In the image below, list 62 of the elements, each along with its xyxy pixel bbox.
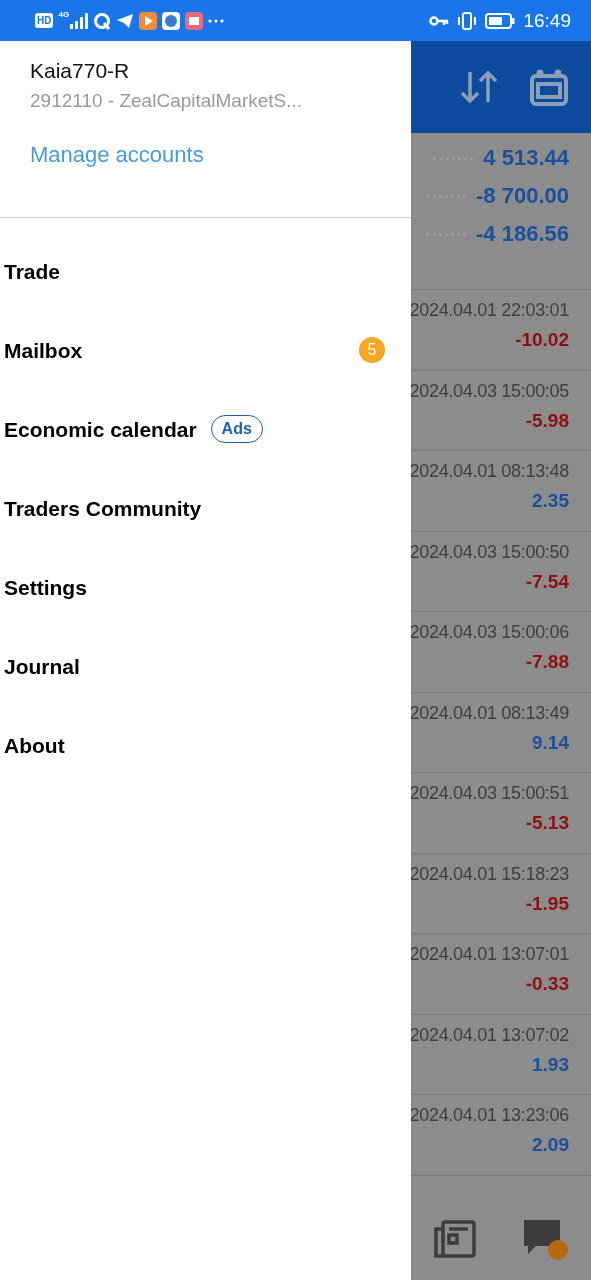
trade-row[interactable]: 2024.04.03 15:00:50 -7.54 (411, 531, 591, 612)
trade-time: 2024.04.01 13:07:02 (411, 1024, 569, 1046)
trade-row[interactable]: 2024.04.03 15:00:05 -5.98 (411, 370, 591, 451)
menu-item[interactable]: About (4, 734, 65, 758)
trade-profit: 2.35 (532, 490, 569, 512)
trade-row[interactable]: 2024.04.03 15:00:51 -5.13 (411, 773, 591, 854)
trade-profit: -0.33 (525, 973, 569, 995)
signal-icon (70, 12, 89, 29)
battery-icon (485, 12, 516, 29)
vibrate-icon (457, 11, 478, 30)
menu-item[interactable]: Traders Community (4, 497, 202, 521)
trade-profit: -7.88 (525, 651, 569, 673)
trade-profit: -5.98 (525, 409, 569, 432)
trade-time: 2024.04.01 08:13:48 (411, 461, 569, 482)
trade-row[interactable]: 2024.04.01 08:13:48 2.35 (411, 451, 591, 532)
trade-row[interactable]: 2024.04.01 22:03:01 -10.02 (411, 290, 591, 371)
trade-time: 2024.04.01 22:03:01 (411, 300, 569, 321)
unread-count-badge: 5 (359, 337, 385, 363)
network-type: 4G (58, 9, 70, 19)
trade-time: 2024.04.01 13:23:06 (411, 1105, 569, 1126)
hd-icon: HD (35, 13, 54, 28)
trade-time: 2024.04.03 15:00:05 (411, 380, 569, 402)
trade-time: 2024.04.03 15:00:50 (411, 541, 569, 563)
trade-row[interactable]: 2024.04.01 13:07:01 -0.33 (411, 934, 591, 1015)
summary-value: -4 186.56 (476, 221, 569, 247)
trade-profit: -7.54 (525, 570, 569, 593)
menu-item[interactable]: Settings (4, 576, 87, 600)
account-server: 2912110 - ZealCapitalMarketS... (30, 90, 304, 112)
trade-profit: -5.13 (525, 812, 569, 834)
summary-value: 4 513.44 (483, 145, 569, 171)
manage-accounts-link[interactable]: Manage accounts (30, 142, 381, 168)
menu-item[interactable]: Journal (4, 655, 80, 679)
calendar-icon[interactable] (529, 67, 569, 107)
book-app-icon (185, 11, 204, 30)
menu-item[interactable]: Economic calendar (4, 418, 197, 442)
trade-profit: 1.93 (532, 1053, 569, 1076)
trade-time: 2024.04.01 15:18:23 (411, 863, 569, 885)
sort-icon[interactable] (459, 69, 499, 105)
trade-row[interactable]: 2024.04.01 15:18:23 -1.95 (411, 853, 591, 934)
telegram-icon (116, 12, 135, 29)
trade-time: 2024.04.01 08:13:49 (411, 702, 569, 724)
trade-row[interactable]: 2024.04.01 13:07:02 1.93 (411, 1014, 591, 1095)
trade-row[interactable]: 2024.04.01 08:13:49 9.14 (411, 692, 591, 773)
news-icon[interactable] (432, 1219, 477, 1259)
trade-profit: 2.09 (532, 1134, 569, 1156)
q-app-icon (93, 11, 112, 30)
account-name: Kaia770-R (30, 59, 131, 83)
menu-item[interactable]: Mailbox (4, 339, 83, 363)
trade-profit: -1.95 (525, 892, 569, 915)
clock-time: 16:49 (523, 9, 571, 32)
trade-time: 2024.04.03 15:00:51 (411, 783, 569, 804)
trade-row[interactable]: 2024.04.03 15:00:06 -7.88 (411, 612, 591, 693)
more-icon (208, 18, 225, 23)
menu-item[interactable]: Trade (4, 260, 61, 284)
trade-profit: -10.02 (515, 329, 569, 351)
trade-row[interactable]: 2024.04.01 13:23:06 2.09 (411, 1095, 591, 1176)
play-app-icon (139, 11, 158, 30)
key-icon (429, 14, 450, 27)
trade-profit: 9.14 (532, 731, 569, 754)
trade-time: 2024.04.01 13:07:01 (411, 944, 569, 965)
summary-value: -8 700.00 (476, 183, 569, 209)
trade-time: 2024.04.03 15:00:06 (411, 622, 569, 643)
